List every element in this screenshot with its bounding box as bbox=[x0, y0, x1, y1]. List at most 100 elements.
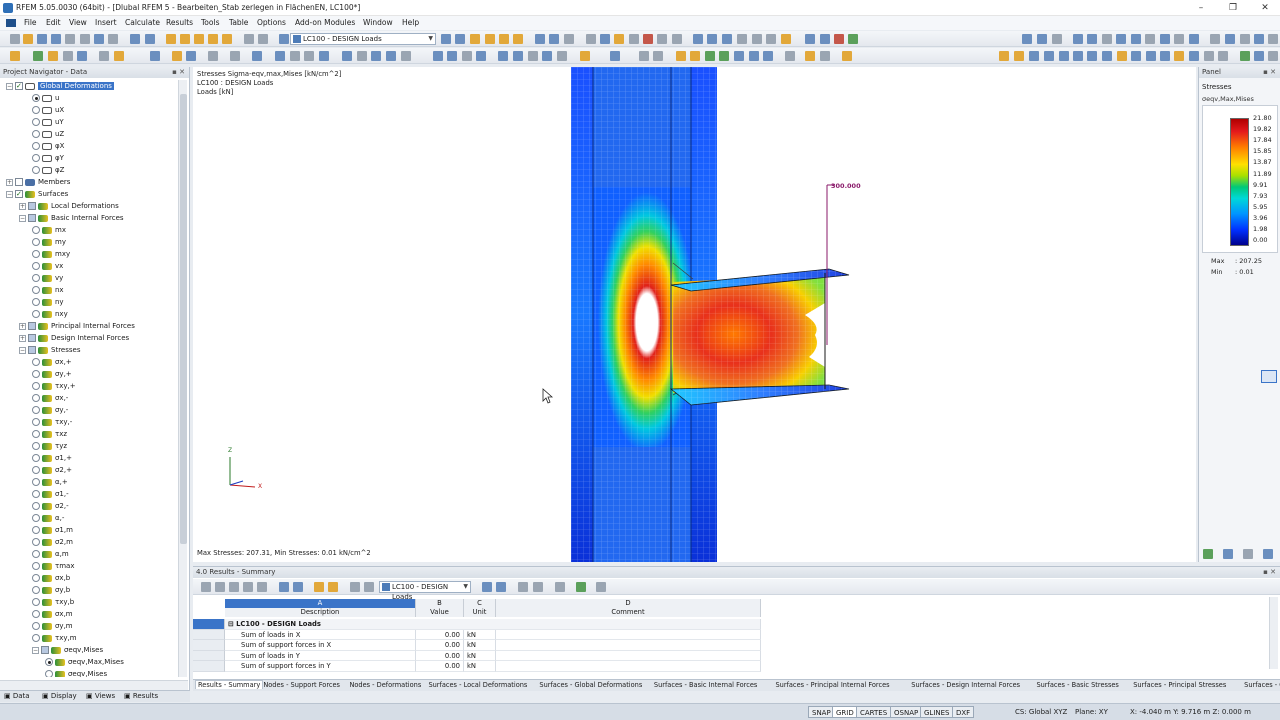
results-tab[interactable]: Nodes - Support Forces bbox=[263, 681, 340, 689]
copy-object-icon[interactable] bbox=[513, 51, 523, 61]
open-file-icon[interactable] bbox=[23, 34, 33, 44]
tree-item[interactable]: α,+ bbox=[32, 476, 68, 488]
results-prev-table-icon[interactable] bbox=[279, 582, 289, 592]
dxf-icon[interactable] bbox=[1087, 51, 1097, 61]
results-tab[interactable]: Surfaces - Local Deformations bbox=[428, 681, 527, 689]
results-next-lc-icon[interactable] bbox=[496, 582, 506, 592]
radio-button-icon[interactable] bbox=[32, 442, 40, 450]
view-iso-icon[interactable] bbox=[586, 34, 596, 44]
export-view-icon[interactable] bbox=[1254, 51, 1264, 61]
tree-item[interactable]: φY bbox=[32, 152, 64, 164]
find-icon[interactable] bbox=[194, 34, 204, 44]
tree-item[interactable]: nxy bbox=[32, 308, 68, 320]
radio-button-icon[interactable] bbox=[32, 610, 40, 618]
intersect-icon[interactable] bbox=[653, 51, 663, 61]
radio-button-icon[interactable] bbox=[45, 670, 53, 677]
tree-item[interactable]: ny bbox=[32, 296, 64, 308]
coordinate-icon[interactable] bbox=[1014, 51, 1024, 61]
visibility-icon[interactable] bbox=[752, 34, 762, 44]
next-load-case-icon[interactable] bbox=[455, 34, 465, 44]
menu-tools[interactable]: Tools bbox=[201, 18, 219, 27]
radio-button-icon[interactable] bbox=[32, 154, 40, 162]
panel-factors-icon[interactable] bbox=[1223, 549, 1233, 559]
lighting-icon[interactable] bbox=[1189, 34, 1199, 44]
render-settings-icon[interactable] bbox=[1240, 51, 1250, 61]
col-head-comment[interactable]: Comment bbox=[496, 608, 761, 617]
radio-button-icon[interactable] bbox=[32, 358, 40, 366]
radio-button-icon[interactable] bbox=[32, 370, 40, 378]
cartes-toggle[interactable]: CARTES bbox=[856, 706, 892, 718]
surface-icon[interactable] bbox=[77, 51, 87, 61]
results-tab[interactable]: Results - Summary bbox=[195, 680, 264, 689]
animation-icon[interactable] bbox=[513, 34, 523, 44]
results-graphic-icon[interactable] bbox=[555, 582, 565, 592]
object-snap-icon[interactable] bbox=[1059, 51, 1069, 61]
tree-item[interactable]: τxy,- bbox=[32, 416, 72, 428]
guide-lines-icon[interactable] bbox=[1073, 51, 1083, 61]
tree-item[interactable]: uX bbox=[32, 104, 64, 116]
col-letter-a[interactable]: A bbox=[225, 599, 416, 608]
radio-button-icon[interactable] bbox=[32, 562, 40, 570]
results-filter-icon[interactable] bbox=[243, 582, 253, 592]
collapse-icon[interactable]: − bbox=[19, 214, 26, 222]
radio-button-icon[interactable] bbox=[32, 574, 40, 582]
table-icon[interactable] bbox=[244, 34, 254, 44]
zoom-in-icon[interactable] bbox=[433, 51, 443, 61]
table-group-row[interactable]: ⊟ LC100 - DESIGN Loads bbox=[193, 619, 761, 630]
results-prev-lc-icon[interactable] bbox=[482, 582, 492, 592]
display-icon[interactable] bbox=[222, 34, 232, 44]
mirror-icon[interactable] bbox=[1052, 34, 1062, 44]
connect-icon[interactable] bbox=[639, 51, 649, 61]
grid-icon[interactable] bbox=[1029, 51, 1039, 61]
values-icon[interactable] bbox=[719, 51, 729, 61]
filter-results-icon[interactable] bbox=[763, 51, 773, 61]
results-select-icon[interactable] bbox=[518, 582, 528, 592]
checkbox-icon[interactable] bbox=[28, 346, 36, 354]
cell-description[interactable]: Sum of support forces in X bbox=[225, 640, 416, 651]
results-view-icon[interactable] bbox=[257, 582, 267, 592]
layers-icon[interactable] bbox=[1218, 51, 1228, 61]
tab-data[interactable]: ▣ Data bbox=[4, 692, 30, 700]
tree-item[interactable]: σ2,- bbox=[32, 500, 69, 512]
fe-model-render[interactable] bbox=[193, 67, 1196, 562]
scale-icon[interactable] bbox=[557, 51, 567, 61]
side-view-icon[interactable] bbox=[1116, 34, 1126, 44]
radio-button-icon[interactable] bbox=[32, 382, 40, 390]
menu-help[interactable]: Help bbox=[402, 18, 419, 27]
redo-icon[interactable] bbox=[145, 34, 155, 44]
tree-item[interactable]: φX bbox=[32, 140, 64, 152]
tab-views[interactable]: ▣ Views bbox=[86, 692, 115, 700]
panel-close-icon[interactable]: ▪ ✕ bbox=[1263, 67, 1276, 78]
tree-item[interactable]: + Design Internal Forces bbox=[19, 332, 129, 344]
expand-icon[interactable]: + bbox=[6, 178, 13, 186]
table-row[interactable]: Sum of loads in Y 0.00 kN bbox=[193, 650, 761, 661]
snap-grid-icon[interactable] bbox=[1044, 51, 1054, 61]
panel-colors-icon[interactable] bbox=[1203, 549, 1213, 559]
tree-item[interactable]: mx bbox=[32, 224, 66, 236]
radio-button-icon[interactable] bbox=[32, 406, 40, 414]
tree-item[interactable]: uY bbox=[32, 116, 64, 128]
cell-comment[interactable] bbox=[496, 629, 761, 640]
radio-button-icon[interactable] bbox=[32, 490, 40, 498]
filter-icon[interactable] bbox=[766, 34, 776, 44]
axis-icon[interactable] bbox=[1146, 51, 1156, 61]
col-head-unit[interactable]: Unit bbox=[464, 608, 496, 617]
tree-item[interactable]: − σeqv,Mises bbox=[32, 644, 103, 656]
toolbar-overflow-icon[interactable] bbox=[1268, 51, 1278, 61]
results-settings-icon[interactable] bbox=[596, 582, 606, 592]
results-export-icon[interactable] bbox=[215, 582, 225, 592]
cell-description[interactable]: Sum of loads in X bbox=[225, 629, 416, 640]
zoom-window-icon[interactable] bbox=[462, 51, 472, 61]
radio-button-icon[interactable] bbox=[32, 310, 40, 318]
results-next-table-icon[interactable] bbox=[293, 582, 303, 592]
zoom-previous-icon[interactable] bbox=[476, 51, 486, 61]
results-show-icon[interactable] bbox=[314, 582, 324, 592]
menu-table[interactable]: Table bbox=[229, 18, 248, 27]
tree-item[interactable]: τxz bbox=[32, 428, 67, 440]
glines-toggle[interactable]: GLINES bbox=[920, 706, 954, 718]
shading-icon[interactable] bbox=[1174, 34, 1184, 44]
print-report-icon[interactable] bbox=[805, 34, 815, 44]
top-view-icon[interactable] bbox=[1087, 34, 1097, 44]
radio-button-icon[interactable] bbox=[32, 478, 40, 486]
results-scrollbar[interactable] bbox=[1269, 597, 1278, 669]
